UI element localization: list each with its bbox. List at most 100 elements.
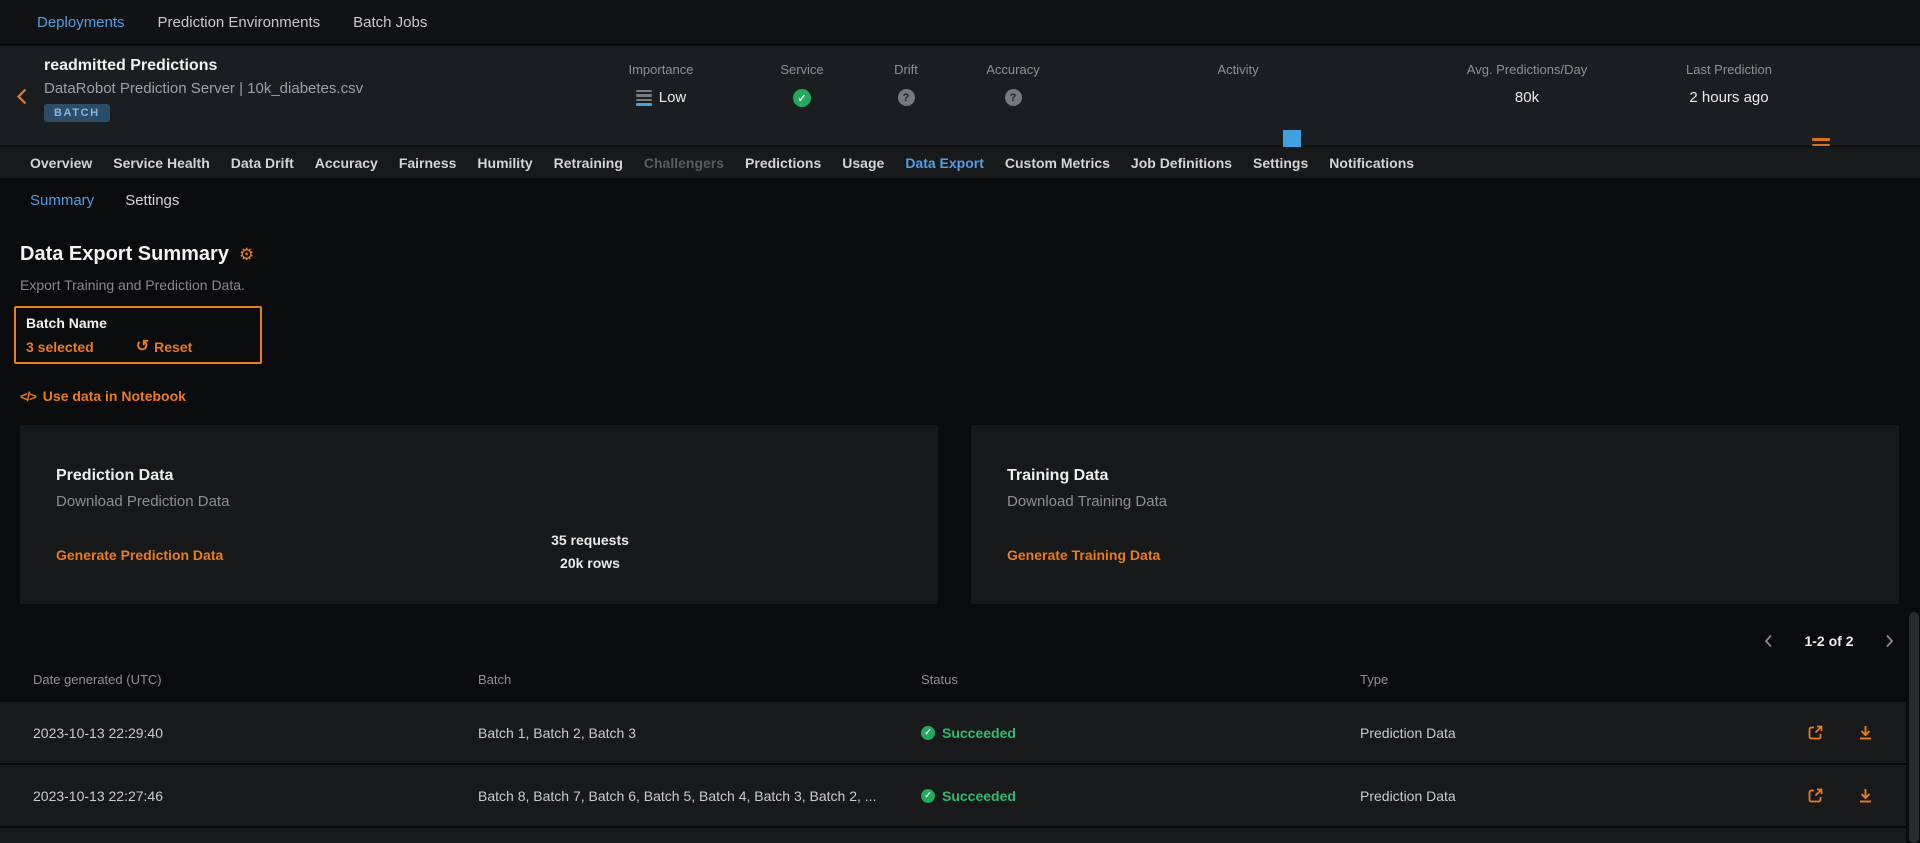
deployment-subtitle: DataRobot Prediction Server | 10k_diabet… <box>44 80 363 97</box>
row2-status-text: Succeeded <box>942 788 1016 804</box>
row1-batch: Batch 1, Batch 2, Batch 3 <box>478 702 636 763</box>
open-export-icon[interactable] <box>1806 786 1825 805</box>
prediction-card-title: Prediction Data <box>56 467 173 485</box>
training-card-subtitle: Download Training Data <box>1007 493 1167 510</box>
filter-controls: 3 selected ↺ Reset <box>26 339 250 355</box>
metric-accuracy-label: Accuracy <box>963 62 1063 77</box>
row1-status: ✓ Succeeded <box>921 702 1016 763</box>
pagination-range: 1-2 of 2 <box>1804 633 1853 649</box>
nav-batch-jobs[interactable]: Batch Jobs <box>353 14 427 31</box>
metric-last-prediction: Last Prediction 2 hours ago <box>1649 46 1809 146</box>
code-icon: </> <box>20 389 36 404</box>
accuracy-question-icon: ? <box>1005 89 1022 106</box>
row1-date: 2023-10-13 22:29:40 <box>33 702 163 763</box>
row1-type: Prediction Data <box>1360 702 1456 763</box>
pagination-prev-icon[interactable] <box>1758 631 1778 651</box>
notebook-link-label: Use data in Notebook <box>43 388 186 404</box>
metric-accuracy: Accuracy ? <box>963 46 1063 146</box>
drift-question-icon: ? <box>898 89 915 106</box>
tab-overview[interactable]: Overview <box>30 155 92 171</box>
top-nav: Deployments Prediction Environments Batc… <box>0 0 1920 45</box>
page-title-text: Data Export Summary <box>20 243 229 266</box>
tab-challengers: Challengers <box>644 155 724 171</box>
col-header-batch: Batch <box>478 672 511 687</box>
prediction-requests-count: 35 requests <box>450 529 730 552</box>
download-export-icon[interactable] <box>1856 723 1875 742</box>
tab-usage[interactable]: Usage <box>842 155 884 171</box>
table-row: 2023-10-13 22:29:40 Batch 1, Batch 2, Ba… <box>0 702 1906 763</box>
nav-prediction-environments[interactable]: Prediction Environments <box>158 14 321 31</box>
avg-predictions-value: 80k <box>1437 89 1617 106</box>
tab-settings[interactable]: Settings <box>1253 155 1308 171</box>
service-check-icon: ✓ <box>793 89 811 107</box>
metric-service-label: Service <box>762 62 842 77</box>
last-prediction-label: Last Prediction <box>1649 62 1809 77</box>
metric-importance-value: Low <box>601 89 721 106</box>
metric-importance: Importance Low <box>601 46 721 146</box>
prediction-card-subtitle: Download Prediction Data <box>56 493 229 510</box>
batch-badge: BATCH <box>44 104 110 122</box>
avg-predictions-label: Avg. Predictions/Day <box>1437 62 1617 77</box>
filter-label: Batch Name <box>26 315 250 331</box>
tab-fairness[interactable]: Fairness <box>399 155 457 171</box>
metric-service: Service ✓ <box>762 46 842 146</box>
last-prediction-value: 2 hours ago <box>1649 89 1809 106</box>
prediction-card-stats: 35 requests 20k rows <box>450 529 730 575</box>
filter-selected-count[interactable]: 3 selected <box>26 339 94 355</box>
table-header: Date generated (UTC) Batch Status Type <box>0 662 1920 700</box>
tab-humility[interactable]: Humility <box>477 155 532 171</box>
tab-custom-metrics[interactable]: Custom Metrics <box>1005 155 1110 171</box>
generate-prediction-data-button[interactable]: Generate Prediction Data <box>56 547 223 563</box>
app-root: Deployments Prediction Environments Batc… <box>0 0 1920 843</box>
tab-notifications[interactable]: Notifications <box>1329 155 1414 171</box>
training-data-card: Training Data Download Training Data Gen… <box>971 425 1899 604</box>
succeeded-check-icon: ✓ <box>921 726 935 740</box>
tab-data-export[interactable]: Data Export <box>905 155 984 171</box>
tab-retraining[interactable]: Retraining <box>554 155 623 171</box>
download-export-icon[interactable] <box>1856 786 1875 805</box>
use-data-in-notebook-link[interactable]: </> Use data in Notebook <box>20 388 186 404</box>
col-header-date: Date generated (UTC) <box>33 672 162 687</box>
importance-value-text: Low <box>659 89 687 106</box>
open-export-icon[interactable] <box>1806 723 1825 742</box>
filter-reset-button[interactable]: ↺ Reset <box>136 339 193 355</box>
table-row-partial <box>0 828 1906 843</box>
batch-name-filter[interactable]: Batch Name 3 selected ↺ Reset <box>14 306 262 364</box>
metric-avg-predictions: Avg. Predictions/Day 80k <box>1437 46 1617 146</box>
gear-icon[interactable]: ⚙ <box>239 245 254 265</box>
row2-batch: Batch 8, Batch 7, Batch 6, Batch 5, Batc… <box>478 765 876 826</box>
vertical-scrollbar[interactable] <box>1909 612 1919 843</box>
succeeded-check-icon: ✓ <box>921 789 935 803</box>
page-title: Data Export Summary ⚙ <box>20 243 254 266</box>
subtab-settings[interactable]: Settings <box>125 192 179 209</box>
activity-label: Activity <box>1168 62 1308 77</box>
reset-label: Reset <box>154 339 192 355</box>
deployment-tabbar: Overview Service Health Data Drift Accur… <box>0 147 1920 179</box>
tab-service-health[interactable]: Service Health <box>113 155 210 171</box>
back-chevron-icon[interactable] <box>16 88 30 106</box>
reset-icon: ↺ <box>136 340 149 354</box>
data-export-subtabs: Summary Settings <box>30 192 179 209</box>
table-row: 2023-10-13 22:27:46 Batch 8, Batch 7, Ba… <box>0 765 1906 826</box>
row1-status-text: Succeeded <box>942 725 1016 741</box>
deployment-header: readmitted Predictions DataRobot Predict… <box>0 46 1920 146</box>
page-description: Export Training and Prediction Data. <box>20 277 245 293</box>
table-pagination: 1-2 of 2 <box>1758 631 1900 651</box>
training-card-title: Training Data <box>1007 467 1108 485</box>
col-header-status: Status <box>921 672 958 687</box>
tab-predictions[interactable]: Predictions <box>745 155 821 171</box>
nav-deployments[interactable]: Deployments <box>37 14 125 31</box>
metric-drift-label: Drift <box>876 62 936 77</box>
pagination-next-icon[interactable] <box>1880 631 1900 651</box>
metric-drift: Drift ? <box>876 46 936 146</box>
metric-importance-label: Importance <box>601 62 721 77</box>
tab-data-drift[interactable]: Data Drift <box>231 155 294 171</box>
subtab-summary[interactable]: Summary <box>30 192 94 209</box>
col-header-type: Type <box>1360 672 1388 687</box>
row2-date: 2023-10-13 22:27:46 <box>33 765 163 826</box>
row2-status: ✓ Succeeded <box>921 765 1016 826</box>
generate-training-data-button[interactable]: Generate Training Data <box>1007 547 1160 563</box>
prediction-rows-count: 20k rows <box>450 552 730 575</box>
tab-job-definitions[interactable]: Job Definitions <box>1131 155 1232 171</box>
tab-accuracy[interactable]: Accuracy <box>315 155 378 171</box>
